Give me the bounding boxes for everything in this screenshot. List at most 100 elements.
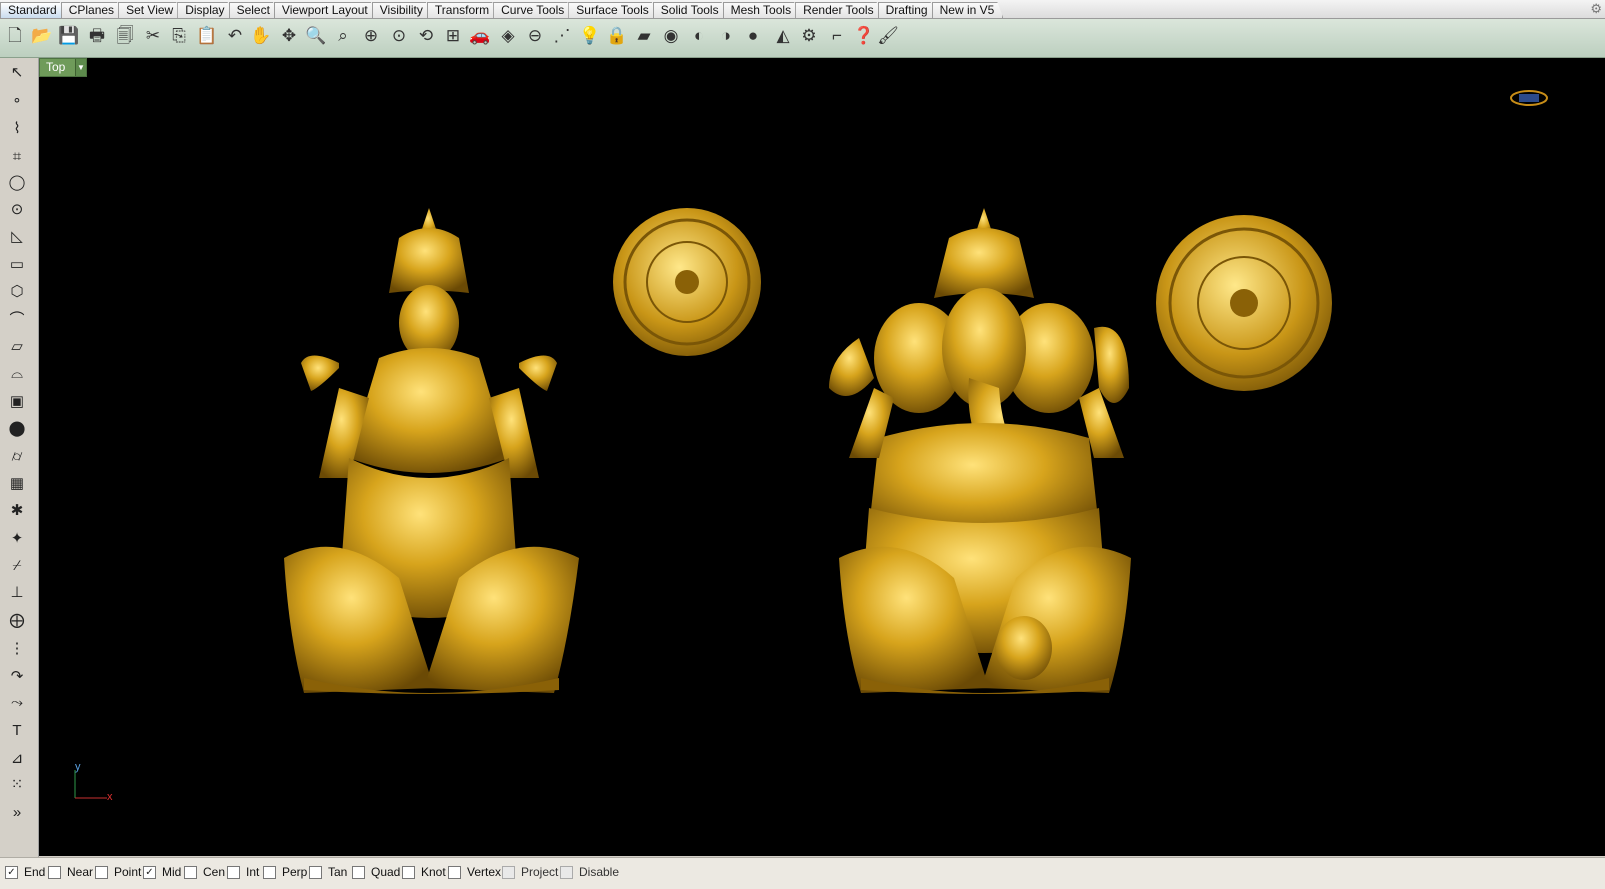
fillet-curve-icon[interactable]: ⌒ (4, 306, 30, 330)
circle-icon[interactable]: ◯ (4, 170, 30, 194)
import-icon[interactable]: 🗐 (112, 23, 138, 49)
paint-icon[interactable]: 🖌 (875, 23, 901, 49)
split-icon[interactable]: ⊥ (4, 580, 30, 604)
move-view-icon[interactable]: ✥ (276, 23, 302, 49)
tab-render-tools[interactable]: Render Tools (795, 2, 883, 18)
expand-toolbar-icon[interactable]: » (4, 800, 30, 824)
tab-display[interactable]: Display (177, 2, 233, 18)
toolbar-settings-gear-icon[interactable]: ⚙ (1590, 1, 1602, 17)
checkbox-icon[interactable] (448, 865, 461, 879)
wireframe-sphere-icon[interactable]: ◐ (686, 23, 712, 49)
tab-set-view[interactable]: Set View (118, 2, 182, 18)
osnap-mid[interactable]: ✓ Mid (143, 864, 181, 880)
tab-standard[interactable]: Standard (0, 2, 66, 18)
tab-cplanes[interactable]: CPlanes (61, 2, 123, 18)
cut-icon[interactable]: ✂ (140, 23, 166, 49)
tab-mesh-tools[interactable]: Mesh Tools (723, 2, 800, 18)
dimension-tool-icon[interactable]: ⤳ (4, 690, 30, 714)
checkbox-icon[interactable] (48, 865, 61, 879)
osnap-near[interactable]: Near (48, 864, 93, 880)
ellipse-icon[interactable]: ⊙ (4, 197, 30, 221)
polygon-icon[interactable]: ⬡ (4, 279, 30, 303)
checkbox-icon[interactable] (352, 865, 365, 879)
grid-snap-icon[interactable]: ⊖ (522, 23, 548, 49)
rotate-view-icon[interactable]: ⟲ (413, 23, 439, 49)
light-bulb-icon[interactable]: 💡 (577, 23, 603, 49)
checkbox-icon[interactable] (502, 865, 515, 879)
box-icon[interactable]: ▣ (4, 389, 30, 413)
osnap-int[interactable]: Int (227, 864, 259, 880)
zoom-extents-icon[interactable]: ⊕ (358, 23, 384, 49)
select-points-icon[interactable]: ⋰ (549, 23, 575, 49)
tab-transform[interactable]: Transform (427, 2, 498, 18)
osnap-project[interactable]: Project (502, 864, 558, 880)
osnap-cen[interactable]: Cen (184, 864, 225, 880)
new-file-icon[interactable]: 🗋 (2, 23, 28, 49)
mesh-plane-icon[interactable]: ▦ (4, 471, 30, 495)
named-views-icon[interactable]: 🚗 (467, 23, 493, 49)
color-wheel-icon[interactable]: ◉ (658, 23, 684, 49)
shaded-sphere-icon[interactable]: ◑ (713, 23, 739, 49)
undo-icon[interactable]: ↶ (222, 23, 248, 49)
checkbox-icon[interactable] (184, 865, 197, 879)
four-viewports-icon[interactable]: ⊞ (440, 23, 466, 49)
osnap-disable[interactable]: Disable (560, 864, 619, 880)
checkbox-icon[interactable] (263, 865, 276, 879)
block-icon[interactable]: ⊿ (4, 746, 30, 770)
checkbox-icon[interactable] (402, 865, 415, 879)
tab-select[interactable]: Select (229, 2, 279, 18)
sphere-solids-icon[interactable]: ⬤ (4, 416, 30, 440)
tab-visibility[interactable]: Visibility (372, 2, 432, 18)
surface-icon[interactable]: ▱ (4, 334, 30, 358)
polyline-icon[interactable]: ⌇ (4, 116, 30, 140)
cylinder-icon[interactable]: ⌭ (4, 444, 30, 468)
tab-curve-tools[interactable]: Curve Tools (493, 2, 573, 18)
open-file-icon[interactable]: 📂 (29, 23, 55, 49)
osnap-perp[interactable]: Perp (263, 864, 307, 880)
osnap-vertex[interactable]: Vertex (448, 864, 501, 880)
curve-control-points-icon[interactable]: ⌗ (4, 144, 30, 168)
pan-hand-icon[interactable]: ✋ (248, 23, 274, 49)
dimension-icon[interactable]: ⌐ (824, 23, 850, 49)
tab-surface-tools[interactable]: Surface Tools (568, 2, 658, 18)
help-icon[interactable]: ❓ (851, 23, 877, 49)
checkbox-icon[interactable]: ✓ (5, 865, 18, 879)
group-icon[interactable]: ⁙ (4, 772, 30, 796)
paste-icon[interactable]: 📋 (194, 23, 220, 49)
analysis-icon[interactable]: ◭ (770, 23, 796, 49)
extrude-icon[interactable]: ⌓ (4, 361, 30, 385)
checkbox-icon[interactable] (560, 865, 573, 879)
render-sphere-icon[interactable]: ● (740, 23, 766, 49)
tab-solid-tools[interactable]: Solid Tools (653, 2, 728, 18)
curve-edit-icon[interactable]: ↷ (4, 664, 30, 688)
osnap-quad[interactable]: Quad (352, 864, 400, 880)
view-navigation-widget-icon[interactable] (1509, 88, 1549, 110)
zoom-window-icon[interactable]: ⌕ (330, 23, 356, 49)
osnap-knot[interactable]: Knot (402, 864, 446, 880)
osnap-point[interactable]: Point (95, 864, 141, 880)
top-viewport[interactable]: Top ▼ y x (39, 58, 1605, 856)
cplane-icon[interactable]: ◈ (495, 23, 521, 49)
osnap-end[interactable]: ✓ End (5, 864, 45, 880)
select-arrow-icon[interactable]: ↖ (4, 60, 30, 84)
array-icon[interactable]: ⋮ (4, 636, 30, 660)
tab-viewport-layout[interactable]: Viewport Layout (274, 2, 377, 18)
checkbox-icon[interactable] (227, 865, 240, 879)
print-icon[interactable]: 🖶 (84, 23, 110, 49)
rectangle-icon[interactable]: ▭ (4, 252, 30, 276)
transform-puzzle-icon[interactable]: ✱ (4, 498, 30, 522)
copy-icon[interactable]: ⎘ (166, 23, 192, 49)
zoom-icon[interactable]: 🔍 (303, 23, 329, 49)
options-gear-icon[interactable]: ⚙ (796, 23, 822, 49)
layer-icon[interactable]: ▰ (631, 23, 657, 49)
arc-icon[interactable]: ◺ (4, 224, 30, 248)
checkbox-icon[interactable] (95, 865, 108, 879)
explode-icon[interactable]: ✦ (4, 526, 30, 550)
tab-drafting[interactable]: Drafting (878, 2, 937, 18)
zoom-selected-icon[interactable]: ⊙ (386, 23, 412, 49)
osnap-tan[interactable]: Tan (309, 864, 347, 880)
point-icon[interactable]: ∘ (4, 88, 30, 112)
trim-icon[interactable]: ⌿ (4, 553, 30, 577)
checkbox-icon[interactable]: ✓ (143, 865, 156, 879)
checkbox-icon[interactable] (309, 865, 322, 879)
